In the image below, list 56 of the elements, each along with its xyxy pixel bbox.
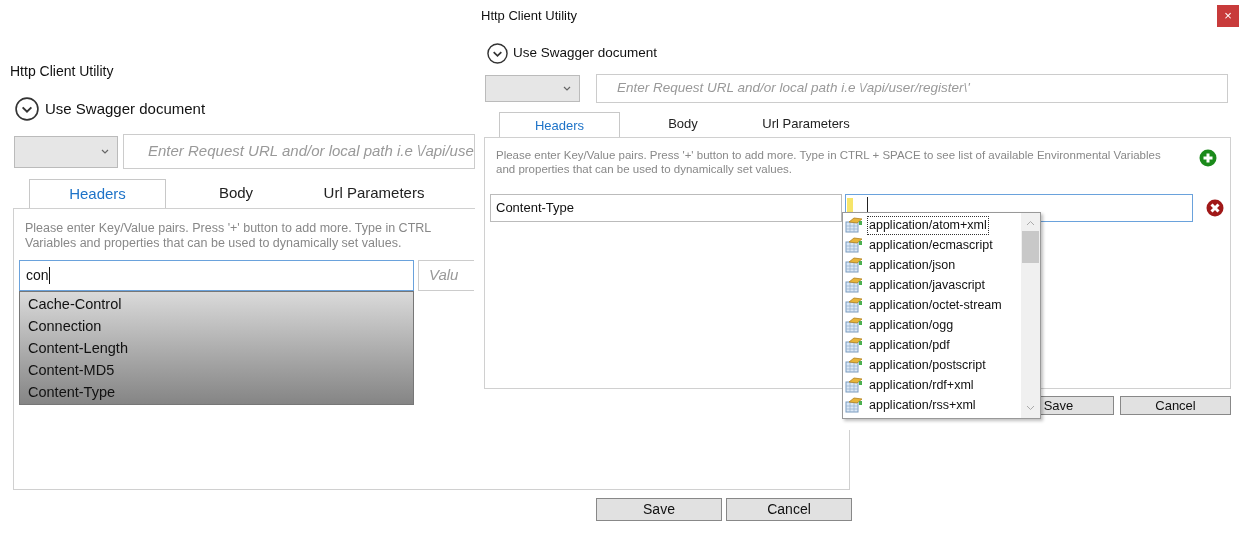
method-dropdown[interactable]	[14, 135, 118, 168]
tab[interactable]: Url Parameters	[306, 178, 442, 208]
tab[interactable]: Url Parameters	[746, 111, 866, 137]
list-item-icon	[845, 237, 863, 253]
tab[interactable]: Headers	[29, 179, 166, 209]
method-dropdown[interactable]	[485, 75, 580, 102]
helper-text: Variables and properties that can be used to dynamically set values.	[25, 236, 403, 251]
suggestion-item[interactable]: application/pdf	[867, 335, 952, 355]
list-item-icon	[845, 277, 863, 293]
helper-text: Please enter Key/Value pairs. Press '+' button to add more. Type in CTRL	[25, 221, 433, 236]
close-button[interactable]: ×	[1217, 5, 1239, 27]
suggestion-item[interactable]: Content-Type	[20, 381, 413, 403]
scrollbar[interactable]	[1021, 213, 1040, 418]
add-icon[interactable]	[1199, 149, 1217, 167]
suggestion-item[interactable]: application/atom+xml	[867, 215, 989, 235]
dialog-button[interactable]: Cancel	[726, 498, 852, 521]
tab[interactable]: Body	[166, 178, 306, 208]
suggestion-item[interactable]: Content-Length	[20, 337, 413, 359]
list-item-icon	[845, 217, 863, 233]
list-item-icon	[845, 297, 863, 313]
swagger-toggle-label[interactable]: Use Swagger document	[513, 43, 658, 64]
list-item-icon	[845, 357, 863, 373]
suggestion-item[interactable]: application/rss+xml	[867, 395, 978, 415]
suggestion-item[interactable]: Content-MD5	[20, 359, 413, 381]
caret-icon	[101, 149, 109, 154]
swagger-toggle-label[interactable]: Use Swagger document	[45, 97, 206, 121]
chevron-circle-icon[interactable]	[15, 97, 39, 121]
suggestion-item[interactable]: application/ogg	[867, 315, 956, 335]
suggestion-item[interactable]: application/postscript	[867, 355, 988, 375]
helper-text: Please enter Key/Value pairs. Press '+' button to add more. Type in CTRL + SPACE to see list of available Environmental Variables and properties that can be used to dynamically set values.	[496, 148, 1162, 176]
window-title: Http Client Utility	[481, 8, 578, 24]
tab[interactable]: Headers	[499, 112, 620, 138]
suggestion-item[interactable]: application/octet-stream	[867, 295, 1004, 315]
list-item-icon	[845, 377, 863, 393]
list-item-icon	[845, 337, 863, 353]
header-key-field[interactable]: con	[19, 260, 414, 291]
suggestion-item[interactable]: application/ecmascript	[867, 235, 995, 255]
list-item-icon	[845, 397, 863, 413]
chevron-circle-icon[interactable]	[487, 43, 508, 64]
window-title: Http Client Utility	[10, 62, 115, 80]
caret-icon	[563, 86, 571, 91]
list-item-icon	[845, 257, 863, 273]
suggestion-item[interactable]: application/javascript	[867, 275, 988, 295]
suggestion-item[interactable]: Connection	[20, 315, 413, 337]
dialog-button[interactable]: Cancel	[1120, 396, 1231, 415]
suggestion-item[interactable]: application/json	[867, 255, 958, 275]
dialog-button[interactable]: Save	[596, 498, 722, 521]
scrollbar-thumb[interactable]	[1022, 231, 1039, 263]
suggestion-item[interactable]: application/rdf+xml	[867, 375, 976, 395]
scroll-down-icon[interactable]	[1026, 405, 1035, 411]
header-key-field[interactable]: Content-Type	[490, 194, 842, 222]
remove-icon[interactable]	[1206, 199, 1224, 217]
scroll-up-icon[interactable]	[1026, 220, 1035, 226]
list-item-icon	[845, 317, 863, 333]
suggestion-item[interactable]: Cache-Control	[20, 293, 413, 315]
tab[interactable]: Body	[620, 111, 746, 137]
